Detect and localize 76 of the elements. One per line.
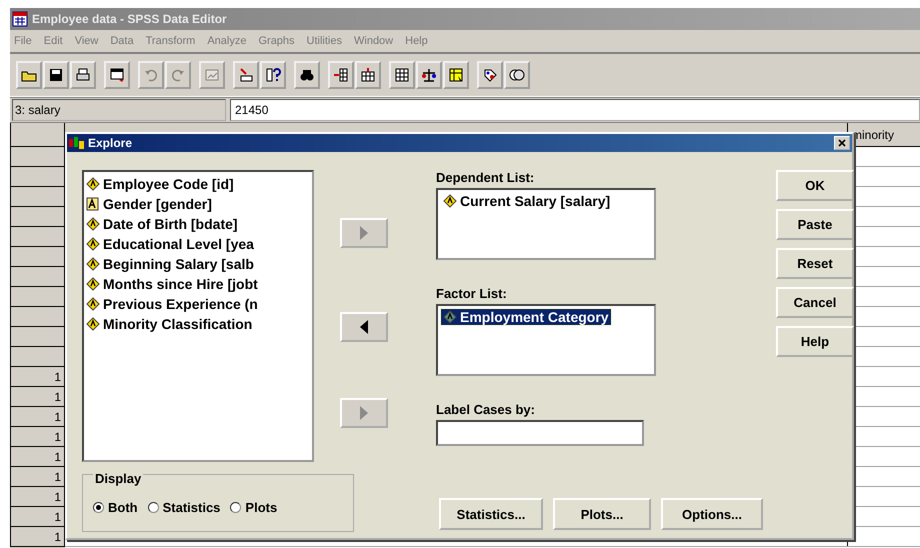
ruler-diamond-icon — [86, 177, 100, 191]
dialog-button[interactable]: Plots... — [553, 498, 651, 530]
list-label: Dependent List: — [436, 170, 536, 185]
bars-icon — [69, 137, 85, 149]
dialog-button[interactable]: Cancel — [776, 287, 854, 318]
list-item[interactable]: Gender [gender] — [103, 196, 212, 212]
toolbar-button[interactable] — [233, 61, 259, 89]
chart-icon — [204, 67, 220, 83]
dialog-button[interactable]: Help — [776, 326, 854, 357]
close-button[interactable] — [834, 136, 850, 150]
printer-icon — [75, 67, 91, 83]
close-icon — [838, 139, 846, 147]
list-item[interactable]: Educational Level [yea — [103, 236, 254, 252]
list-item[interactable]: Date of Birth [bdate] — [103, 216, 238, 232]
input-field[interactable] — [436, 420, 644, 446]
string-variable-icon — [86, 197, 100, 211]
tag-icon — [482, 67, 498, 83]
toolbar-button[interactable] — [477, 61, 503, 89]
dialog-button[interactable]: OK — [776, 170, 854, 201]
redo-icon — [170, 67, 186, 83]
toolbar-button[interactable] — [443, 61, 469, 89]
dialog-title: Explore — [88, 136, 132, 150]
toolbar-button[interactable] — [294, 61, 320, 89]
right-arrow-icon — [358, 225, 370, 241]
toolbar-button[interactable] — [504, 61, 530, 89]
radio-button[interactable]: Both — [93, 500, 138, 515]
toolbar-button[interactable] — [16, 61, 42, 89]
list-item[interactable]: Employment Category — [441, 309, 611, 325]
toolbar-button[interactable] — [104, 61, 130, 89]
insert-column-icon — [333, 67, 349, 83]
ruler-diamond-icon — [86, 297, 100, 311]
undo-icon — [143, 67, 159, 83]
dialog-button[interactable]: Options... — [661, 498, 763, 530]
dialog-button[interactable]: Paste — [776, 209, 854, 240]
toolbar-button[interactable] — [416, 61, 442, 89]
list-item[interactable]: Previous Experience (n — [103, 296, 258, 312]
list-label: Factor List: — [436, 286, 508, 301]
list-item[interactable]: Current Salary [salary] — [441, 193, 612, 209]
dialog-button[interactable]: Reset — [776, 248, 854, 279]
question-icon — [265, 67, 281, 83]
list-item[interactable]: Months since Hire [jobt — [103, 276, 258, 292]
grid-icon — [394, 67, 410, 83]
arrow-table-icon — [238, 67, 254, 83]
ruler-diamond-icon — [86, 277, 100, 291]
spreadsheet-icon — [12, 11, 28, 27]
move-button[interactable] — [340, 312, 388, 342]
insert-row-icon — [360, 67, 376, 83]
ruler-diamond-icon — [86, 257, 100, 271]
ruler-diamond-icon — [86, 237, 100, 251]
list-item[interactable]: Employee Code [id] — [103, 176, 234, 192]
toolbar-button[interactable] — [43, 61, 69, 89]
window-title: Employee data - SPSS Data Editor — [32, 12, 227, 26]
dialog-button[interactable]: Statistics... — [439, 498, 543, 530]
right-arrow-icon — [358, 405, 370, 421]
toolbar-button[interactable] — [260, 61, 286, 89]
list-item[interactable]: Minority Classification — [103, 316, 252, 332]
dialog-icon — [109, 67, 125, 83]
cell-name-field: 3: salary — [12, 99, 226, 121]
ruler-diamond-icon — [86, 217, 100, 231]
table-icon — [448, 67, 464, 83]
circles-icon — [509, 67, 525, 83]
radio-button[interactable]: Statistics — [148, 500, 220, 515]
left-arrow-icon — [358, 319, 370, 335]
group-title: Display — [93, 471, 144, 486]
ruler-diamond-icon — [443, 310, 457, 324]
toolbar-button[interactable] — [328, 61, 354, 89]
toolbar-button[interactable] — [389, 61, 415, 89]
ruler-diamond-icon — [443, 194, 457, 208]
field-label: Label Cases by: — [436, 402, 536, 417]
list-item[interactable]: Beginning Salary [salb — [103, 256, 254, 272]
cell-value-field[interactable]: 21450 — [230, 99, 920, 121]
radio-button[interactable]: Plots — [230, 500, 278, 515]
toolbar-button[interactable] — [355, 61, 381, 89]
scale-icon — [421, 67, 437, 83]
ruler-diamond-icon — [86, 317, 100, 331]
toolbar-button[interactable] — [70, 61, 96, 89]
